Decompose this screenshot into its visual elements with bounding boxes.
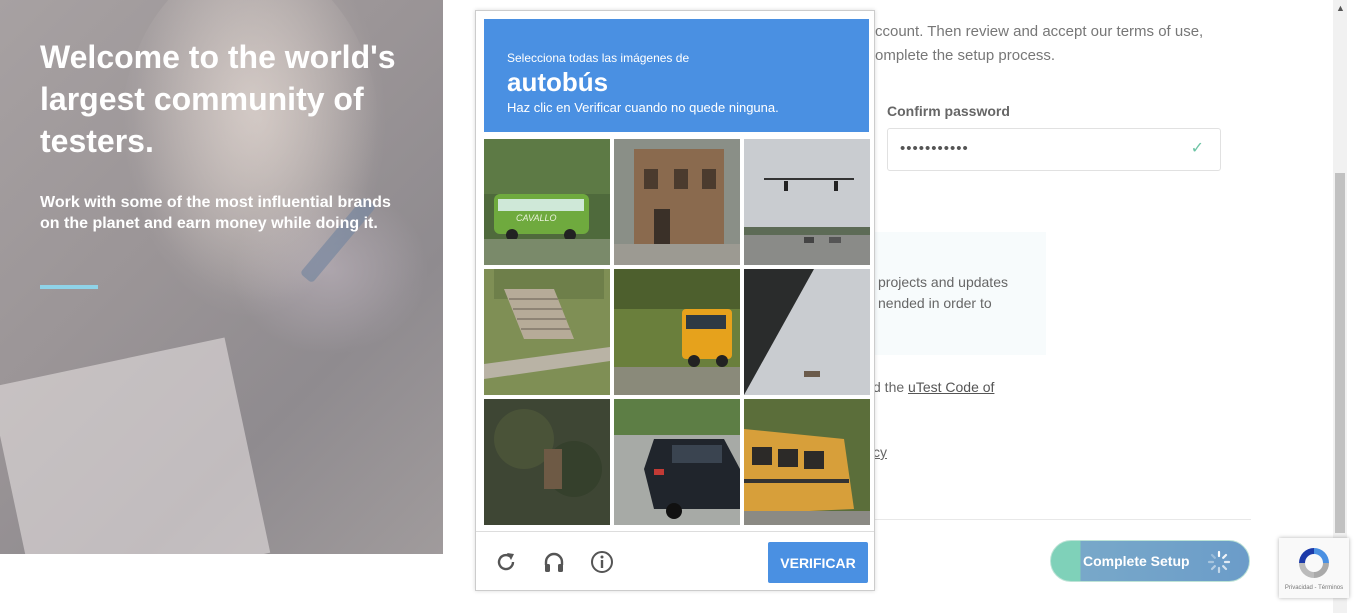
headphones-audio-icon[interactable] (542, 550, 566, 574)
verify-button[interactable]: VERIFICAR (768, 542, 868, 583)
form-divider (875, 519, 1251, 520)
captcha-footer: VERIFICAR (476, 531, 874, 591)
info-line-2: nended in order to (878, 295, 992, 311)
captcha-challenge: Selecciona todas las imágenes de autobús… (475, 10, 875, 591)
intro-line-2: omplete the setup process. (875, 47, 1056, 64)
captcha-tile-stairs-grass[interactable] (484, 269, 610, 395)
complete-setup-label: Complete Setup (1083, 553, 1190, 569)
loading-spinner-icon (1207, 550, 1231, 574)
scrollbar-thumb[interactable] (1335, 173, 1345, 533)
confirm-password-value: ••••••••••• (900, 140, 969, 157)
check-icon: ✓ (1190, 140, 1204, 157)
info-text: projects and updates nended in order to (878, 272, 1038, 314)
captcha-tile-green-bus[interactable]: CAVALLO (484, 139, 610, 265)
hero-paper-image (0, 337, 271, 554)
info-box: projects and updates nended in order to (868, 232, 1046, 355)
captcha-tile-street-traffic-lights[interactable] (744, 139, 870, 265)
complete-setup-button[interactable]: Complete Setup (1050, 540, 1250, 582)
captcha-hint: Haz clic en Verificar cuando no quede ni… (507, 100, 779, 115)
intro-line-1: ccount. Then review and accept our terms… (875, 23, 1204, 40)
confirm-password-label: Confirm password (887, 103, 1010, 119)
hero-accent-line (40, 285, 98, 289)
info-line-1: projects and updates (878, 274, 1008, 290)
captcha-tile-dark-foliage[interactable] (484, 399, 610, 525)
bus-brand-text: CAVALLO (516, 213, 557, 223)
scroll-up-arrow-icon[interactable]: ▲ (1336, 3, 1345, 13)
page-scrollbar[interactable]: ▲ (1333, 0, 1347, 613)
captcha-tile-brick-building[interactable] (614, 139, 740, 265)
confirm-password-field[interactable]: ••••••••••• ✓ (887, 128, 1221, 171)
captcha-tile-black-car[interactable] (614, 399, 740, 525)
privacy-policy-link[interactable]: cy (873, 444, 887, 460)
captcha-instruction: Selecciona todas las imágenes de (507, 51, 690, 65)
code-of-conduct-link[interactable]: uTest Code of (908, 379, 994, 395)
hero-panel: Welcome to the world's largest community… (0, 0, 443, 554)
captcha-tile-school-bus-rear[interactable] (744, 399, 870, 525)
captcha-tile-dark-diagonal-roof[interactable] (744, 269, 870, 395)
code-of-conduct-line: d the uTest Code of (873, 379, 994, 395)
recaptcha-badge[interactable]: Privacidad - Términos (1279, 538, 1349, 598)
setup-intro-text: ccount. Then review and accept our terms… (875, 20, 1235, 68)
captcha-target-word: autobús (507, 67, 609, 97)
info-icon[interactable] (590, 550, 614, 574)
hero-title: Welcome to the world's largest community… (40, 39, 396, 159)
hero-subtitle: Work with some of the most influential b… (40, 194, 391, 232)
recaptcha-terms[interactable]: Privacidad - Términos (1279, 585, 1349, 591)
recaptcha-logo-icon (1299, 548, 1329, 578)
captcha-header: Selecciona todas las imágenes de autobús… (484, 19, 869, 132)
reload-icon[interactable] (494, 550, 518, 574)
code-prefix: d the (873, 379, 909, 395)
captcha-tile-yellow-school-bus[interactable] (614, 269, 740, 395)
